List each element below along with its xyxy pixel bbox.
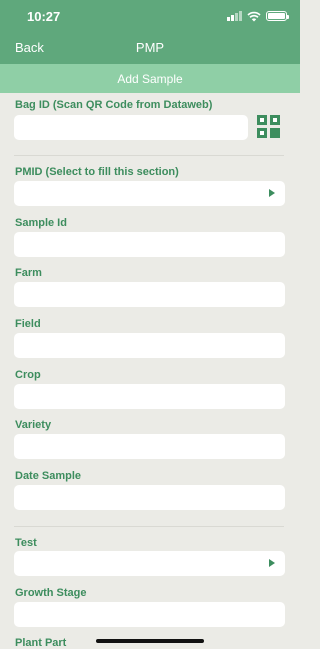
field-input[interactable] <box>14 333 285 358</box>
crop-input[interactable] <box>14 384 285 409</box>
page-title: PMP <box>135 40 165 55</box>
status-icons <box>227 10 289 22</box>
variety-input[interactable] <box>14 434 285 459</box>
sample-id-label: Sample Id <box>15 217 67 229</box>
test-label: Test <box>15 537 37 549</box>
status-time: 10:27 <box>27 9 61 24</box>
navigation-header: 10:27 Back PMP <box>0 0 300 64</box>
battery-icon <box>266 11 289 21</box>
cellular-signal-icon <box>227 11 242 21</box>
pmid-select[interactable] <box>14 181 285 206</box>
variety-label: Variety <box>15 419 52 431</box>
home-indicator[interactable] <box>96 639 204 643</box>
triangle-right-icon <box>269 559 275 567</box>
section-header: Add Sample <box>0 64 300 93</box>
back-button[interactable]: Back <box>15 40 44 55</box>
field-label: Field <box>15 318 41 330</box>
date-sample-input[interactable] <box>14 485 285 510</box>
bag-id-input[interactable] <box>14 115 248 140</box>
divider <box>14 526 284 527</box>
qr-code-scan-icon[interactable] <box>257 115 280 138</box>
farm-label: Farm <box>15 267 42 279</box>
growth-stage-input[interactable] <box>14 602 285 627</box>
divider <box>14 155 284 156</box>
bag-id-label: Bag ID (Scan QR Code from Dataweb) <box>15 99 213 111</box>
farm-input[interactable] <box>14 282 285 307</box>
pmid-label: PMID (Select to fill this section) <box>15 166 179 178</box>
date-sample-label: Date Sample <box>15 470 82 482</box>
triangle-right-icon <box>269 189 275 197</box>
wifi-icon <box>247 11 261 21</box>
sample-id-input[interactable] <box>14 232 285 257</box>
test-select[interactable] <box>14 551 285 576</box>
section-title: Add Sample <box>117 71 183 86</box>
growth-stage-label: Growth Stage <box>15 587 87 599</box>
plant-part-label: Plant Part <box>15 637 67 649</box>
crop-label: Crop <box>15 369 41 381</box>
